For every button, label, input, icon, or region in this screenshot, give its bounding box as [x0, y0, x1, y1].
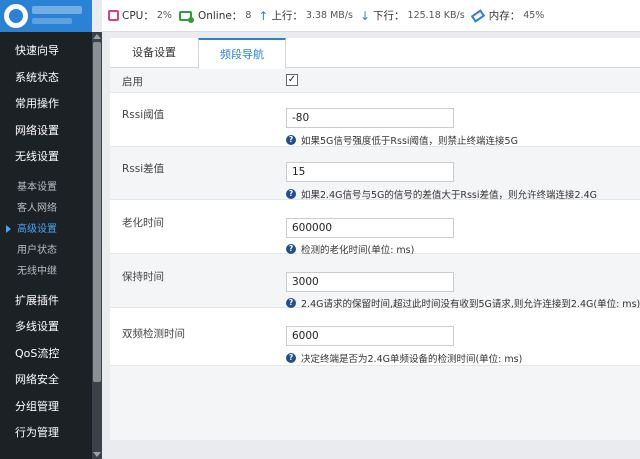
tab-bar: 设备设置 频段导航	[110, 38, 640, 69]
rssi-threshold-hint-text: 如果5G信号强度低于Rssi阈值，则禁止终端连接5G	[301, 136, 518, 147]
online-value: 8	[245, 10, 252, 21]
help-icon: ?	[286, 135, 296, 145]
logo[interactable]	[0, 0, 92, 32]
form-row-dual-detect: 双频检测时间 6000 ? 决定终端是否为2.4G单频设备的检测时间(单位: m…	[110, 308, 640, 366]
rssi-threshold-label: Rssi阈值	[122, 109, 165, 121]
cpu-value: 2%	[156, 10, 172, 21]
hold-input[interactable]: 3000	[286, 272, 454, 292]
brand-logo-mark	[32, 6, 82, 14]
dual-detect-input[interactable]: 6000	[286, 326, 454, 346]
rssi-diff-input[interactable]: 15	[286, 162, 454, 182]
download-value: 125.18 KB/s	[407, 10, 465, 21]
enable-label: 启用	[122, 76, 143, 88]
online-label: Online：	[197, 10, 243, 22]
help-icon: ?	[286, 189, 296, 199]
download-stat: ↓ 下行： 125.18 KB/s	[360, 8, 465, 23]
cloud-logo-icon	[4, 4, 28, 28]
form-row-aging: 老化时间 600000 ? 检测的老化时间(单位: ms)	[110, 200, 640, 256]
sidebar-item-quick-wizard[interactable]: 快速向导	[0, 38, 92, 65]
sidebar-item-common-ops[interactable]: 常用操作	[0, 91, 92, 118]
form-row-rssi-threshold: Rssi阈值 -80 ? 如果5G信号强度低于Rssi阈值，则禁止终端连接5G	[110, 93, 640, 147]
download-label: 下行：	[373, 10, 405, 22]
dual-detect-label: 双频检测时间	[122, 328, 185, 340]
monitor-icon	[178, 10, 194, 23]
aging-label: 老化时间	[122, 217, 164, 229]
enable-checkbox[interactable]: ✓	[286, 74, 298, 86]
sidebar-item-behavior[interactable]: 行为管理	[0, 420, 92, 447]
tab-device-settings[interactable]: 设备设置	[110, 38, 198, 68]
sidebar-item-network[interactable]: 网络设置	[0, 118, 92, 145]
main-panel: 设备设置 频段导航 启用 ✓ Rssi阈值 -80 ? 如果5G信号强度低于Rs…	[110, 38, 640, 440]
footer-strip	[110, 440, 640, 459]
sidebar-subitem-guest[interactable]: 客人网络	[0, 198, 92, 219]
help-icon: ?	[286, 244, 296, 254]
arrow-up-icon: ↑	[258, 8, 269, 23]
cpu-label: CPU：	[122, 10, 154, 22]
scroll-down-arrow-icon[interactable]	[93, 452, 101, 457]
cpu-icon	[108, 10, 119, 21]
rssi-diff-hint: ? 如果2.4G信号与5G的信号的差值大于Rssi差值，则允许终端连接2.4G	[286, 187, 597, 201]
upload-label: 上行：	[271, 10, 303, 22]
sidebar-item-system-status[interactable]: 系统状态	[0, 65, 92, 92]
sidebar-item-multiline[interactable]: 多线设置	[0, 314, 92, 341]
sidebar-menu: 快速向导 系统状态 常用操作 网络设置 无线设置 基本设置 客人网络 高级设置 …	[0, 38, 92, 447]
form-empty-area	[110, 366, 640, 440]
rssi-diff-hint-text: 如果2.4G信号与5G的信号的差值大于Rssi差值，则允许终端连接2.4G	[301, 190, 597, 201]
sidebar-subitem-basic[interactable]: 基本设置	[0, 177, 92, 198]
memory-stat: 内存： 45%	[470, 8, 545, 23]
upload-stat: ↑ 上行： 3.38 MB/s	[258, 8, 353, 23]
brand-logo-mark-2	[32, 18, 72, 24]
rssi-threshold-input[interactable]: -80	[286, 108, 454, 128]
dual-detect-hint-text: 决定终端是否为2.4G单频设备的检测时间(单位: ms)	[301, 354, 523, 365]
scroll-up-arrow-icon[interactable]	[93, 34, 101, 39]
aging-input[interactable]: 600000	[286, 218, 454, 238]
help-icon: ?	[286, 298, 296, 308]
sidebar-subitem-advanced[interactable]: 高级设置	[0, 219, 92, 240]
status-bar: CPU： 2% Online： 8 ↑ 上行： 3.38 MB/s ↓ 下行： …	[102, 0, 640, 32]
sidebar-subitem-user-status[interactable]: 用户状态	[0, 240, 92, 261]
tab-band-steering[interactable]: 频段导航	[198, 38, 286, 69]
online-stat: Online： 8	[178, 8, 252, 23]
form-row-enable: 启用 ✓	[110, 69, 640, 93]
sidebar-item-security[interactable]: 网络安全	[0, 367, 92, 394]
form-row-rssi-diff: Rssi差值 15 ? 如果2.4G信号与5G的信号的差值大于Rssi差值，则允…	[110, 147, 640, 201]
scroll-thumb[interactable]	[93, 42, 101, 382]
memory-icon	[470, 8, 485, 23]
memory-label: 内存：	[488, 10, 521, 22]
rssi-diff-label: Rssi差值	[122, 163, 165, 175]
help-icon: ?	[286, 353, 296, 363]
hold-label: 保持时间	[122, 271, 164, 283]
dual-detect-hint: ? 决定终端是否为2.4G单频设备的检测时间(单位: ms)	[286, 351, 522, 365]
sidebar: 快速向导 系统状态 常用操作 网络设置 无线设置 基本设置 客人网络 高级设置 …	[0, 0, 92, 459]
sidebar-item-qos[interactable]: QoS流控	[0, 341, 92, 368]
form-row-hold: 保持时间 3000 ? 2.4G请求的保留时间,超过此时间没有收到5G请求,则允…	[110, 254, 640, 310]
sidebar-item-plugins[interactable]: 扩展插件	[0, 288, 92, 315]
arrow-down-icon: ↓	[359, 8, 371, 23]
sidebar-item-wireless[interactable]: 无线设置	[0, 144, 92, 171]
cpu-stat: CPU： 2%	[108, 8, 172, 23]
sidebar-scrollbar[interactable]	[92, 32, 102, 459]
memory-value: 45%	[523, 10, 545, 21]
sidebar-subitem-repeater[interactable]: 无线中继	[0, 261, 92, 282]
rssi-threshold-hint: ? 如果5G信号强度低于Rssi阈值，则禁止终端连接5G	[286, 133, 518, 147]
sidebar-item-groups[interactable]: 分组管理	[0, 394, 92, 421]
upload-value: 3.38 MB/s	[305, 10, 353, 21]
